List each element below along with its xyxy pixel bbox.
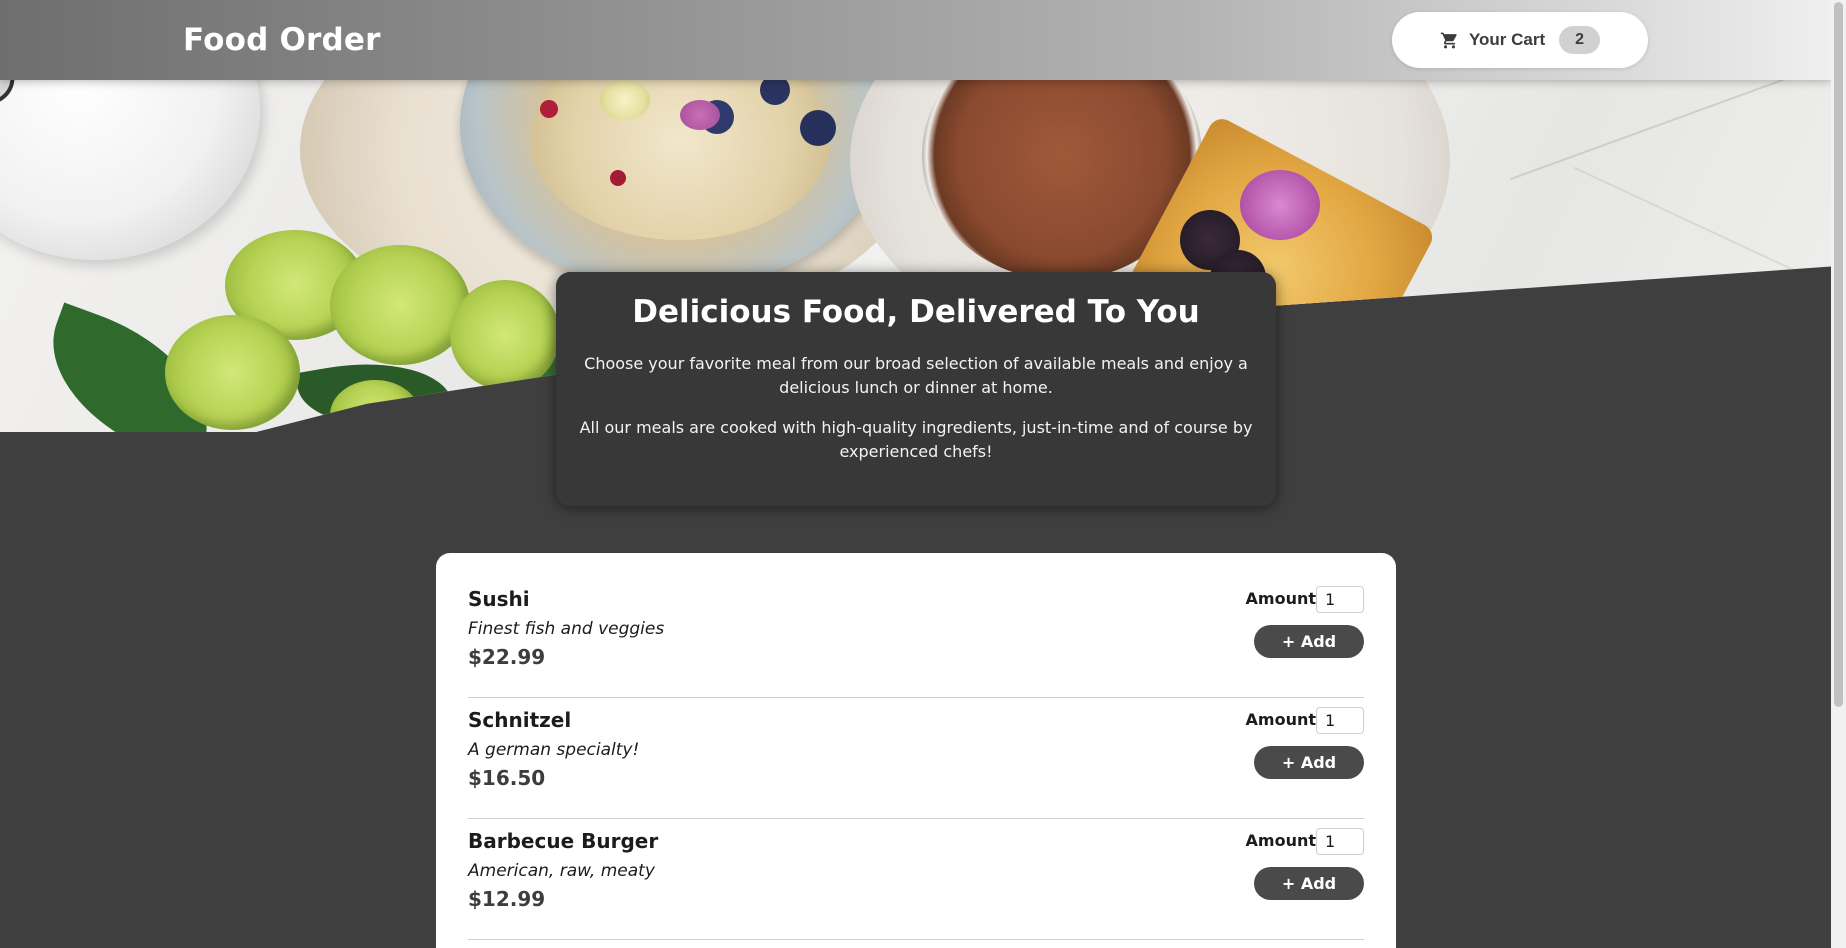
summary-heading: Delicious Food, Delivered To You: [632, 294, 1200, 330]
amount-label: Amount: [1245, 710, 1316, 729]
meal-item-sushi: Sushi Finest fish and veggies $22.99 Amo…: [468, 577, 1364, 698]
scrollbar-thumb[interactable]: [1834, 2, 1843, 707]
meal-item-barbecue-burger: Barbecue Burger American, raw, meaty $12…: [468, 819, 1364, 940]
amount-input[interactable]: [1316, 586, 1364, 613]
meal-name: Schnitzel: [468, 708, 572, 732]
page: Food Order Your Cart 2 Delicious Food, D…: [0, 0, 1846, 948]
app-title: Food Order: [183, 22, 381, 58]
meal-item-schnitzel: Schnitzel A german specialty! $16.50 Amo…: [468, 698, 1364, 819]
cart-button[interactable]: Your Cart 2: [1392, 12, 1648, 68]
page-scrollbar[interactable]: [1831, 0, 1846, 948]
meal-name: Barbecue Burger: [468, 829, 659, 853]
cart-label: Your Cart: [1468, 30, 1546, 49]
meal-price: $16.50: [468, 766, 546, 790]
add-to-cart-button[interactable]: + Add: [1254, 867, 1364, 900]
meal-description: American, raw, meaty: [468, 861, 655, 881]
app-header: Food Order Your Cart 2: [0, 0, 1831, 80]
amount-input[interactable]: [1316, 828, 1364, 855]
cart-icon: [1440, 31, 1459, 50]
cart-count-badge: 2: [1559, 26, 1601, 54]
meals-summary-card: Delicious Food, Delivered To You Choose …: [556, 272, 1276, 506]
summary-paragraph-1: Choose your favorite meal from our broad…: [584, 354, 1248, 397]
meal-description: A german specialty!: [468, 740, 640, 760]
amount-label: Amount: [1245, 589, 1316, 608]
meal-description: Finest fish and veggies: [468, 619, 665, 639]
amount-input[interactable]: [1316, 707, 1364, 734]
meal-price: $12.99: [468, 887, 546, 911]
available-meals-card: Sushi Finest fish and veggies $22.99 Amo…: [436, 553, 1396, 948]
meal-name: Sushi: [468, 587, 530, 611]
add-to-cart-button[interactable]: + Add: [1254, 746, 1364, 779]
teapot-decoration: [0, 80, 260, 260]
add-to-cart-button[interactable]: + Add: [1254, 625, 1364, 658]
amount-label: Amount: [1245, 831, 1316, 850]
meal-price: $22.99: [468, 645, 546, 669]
summary-paragraph-2: All our meals are cooked with high-quali…: [579, 418, 1253, 461]
